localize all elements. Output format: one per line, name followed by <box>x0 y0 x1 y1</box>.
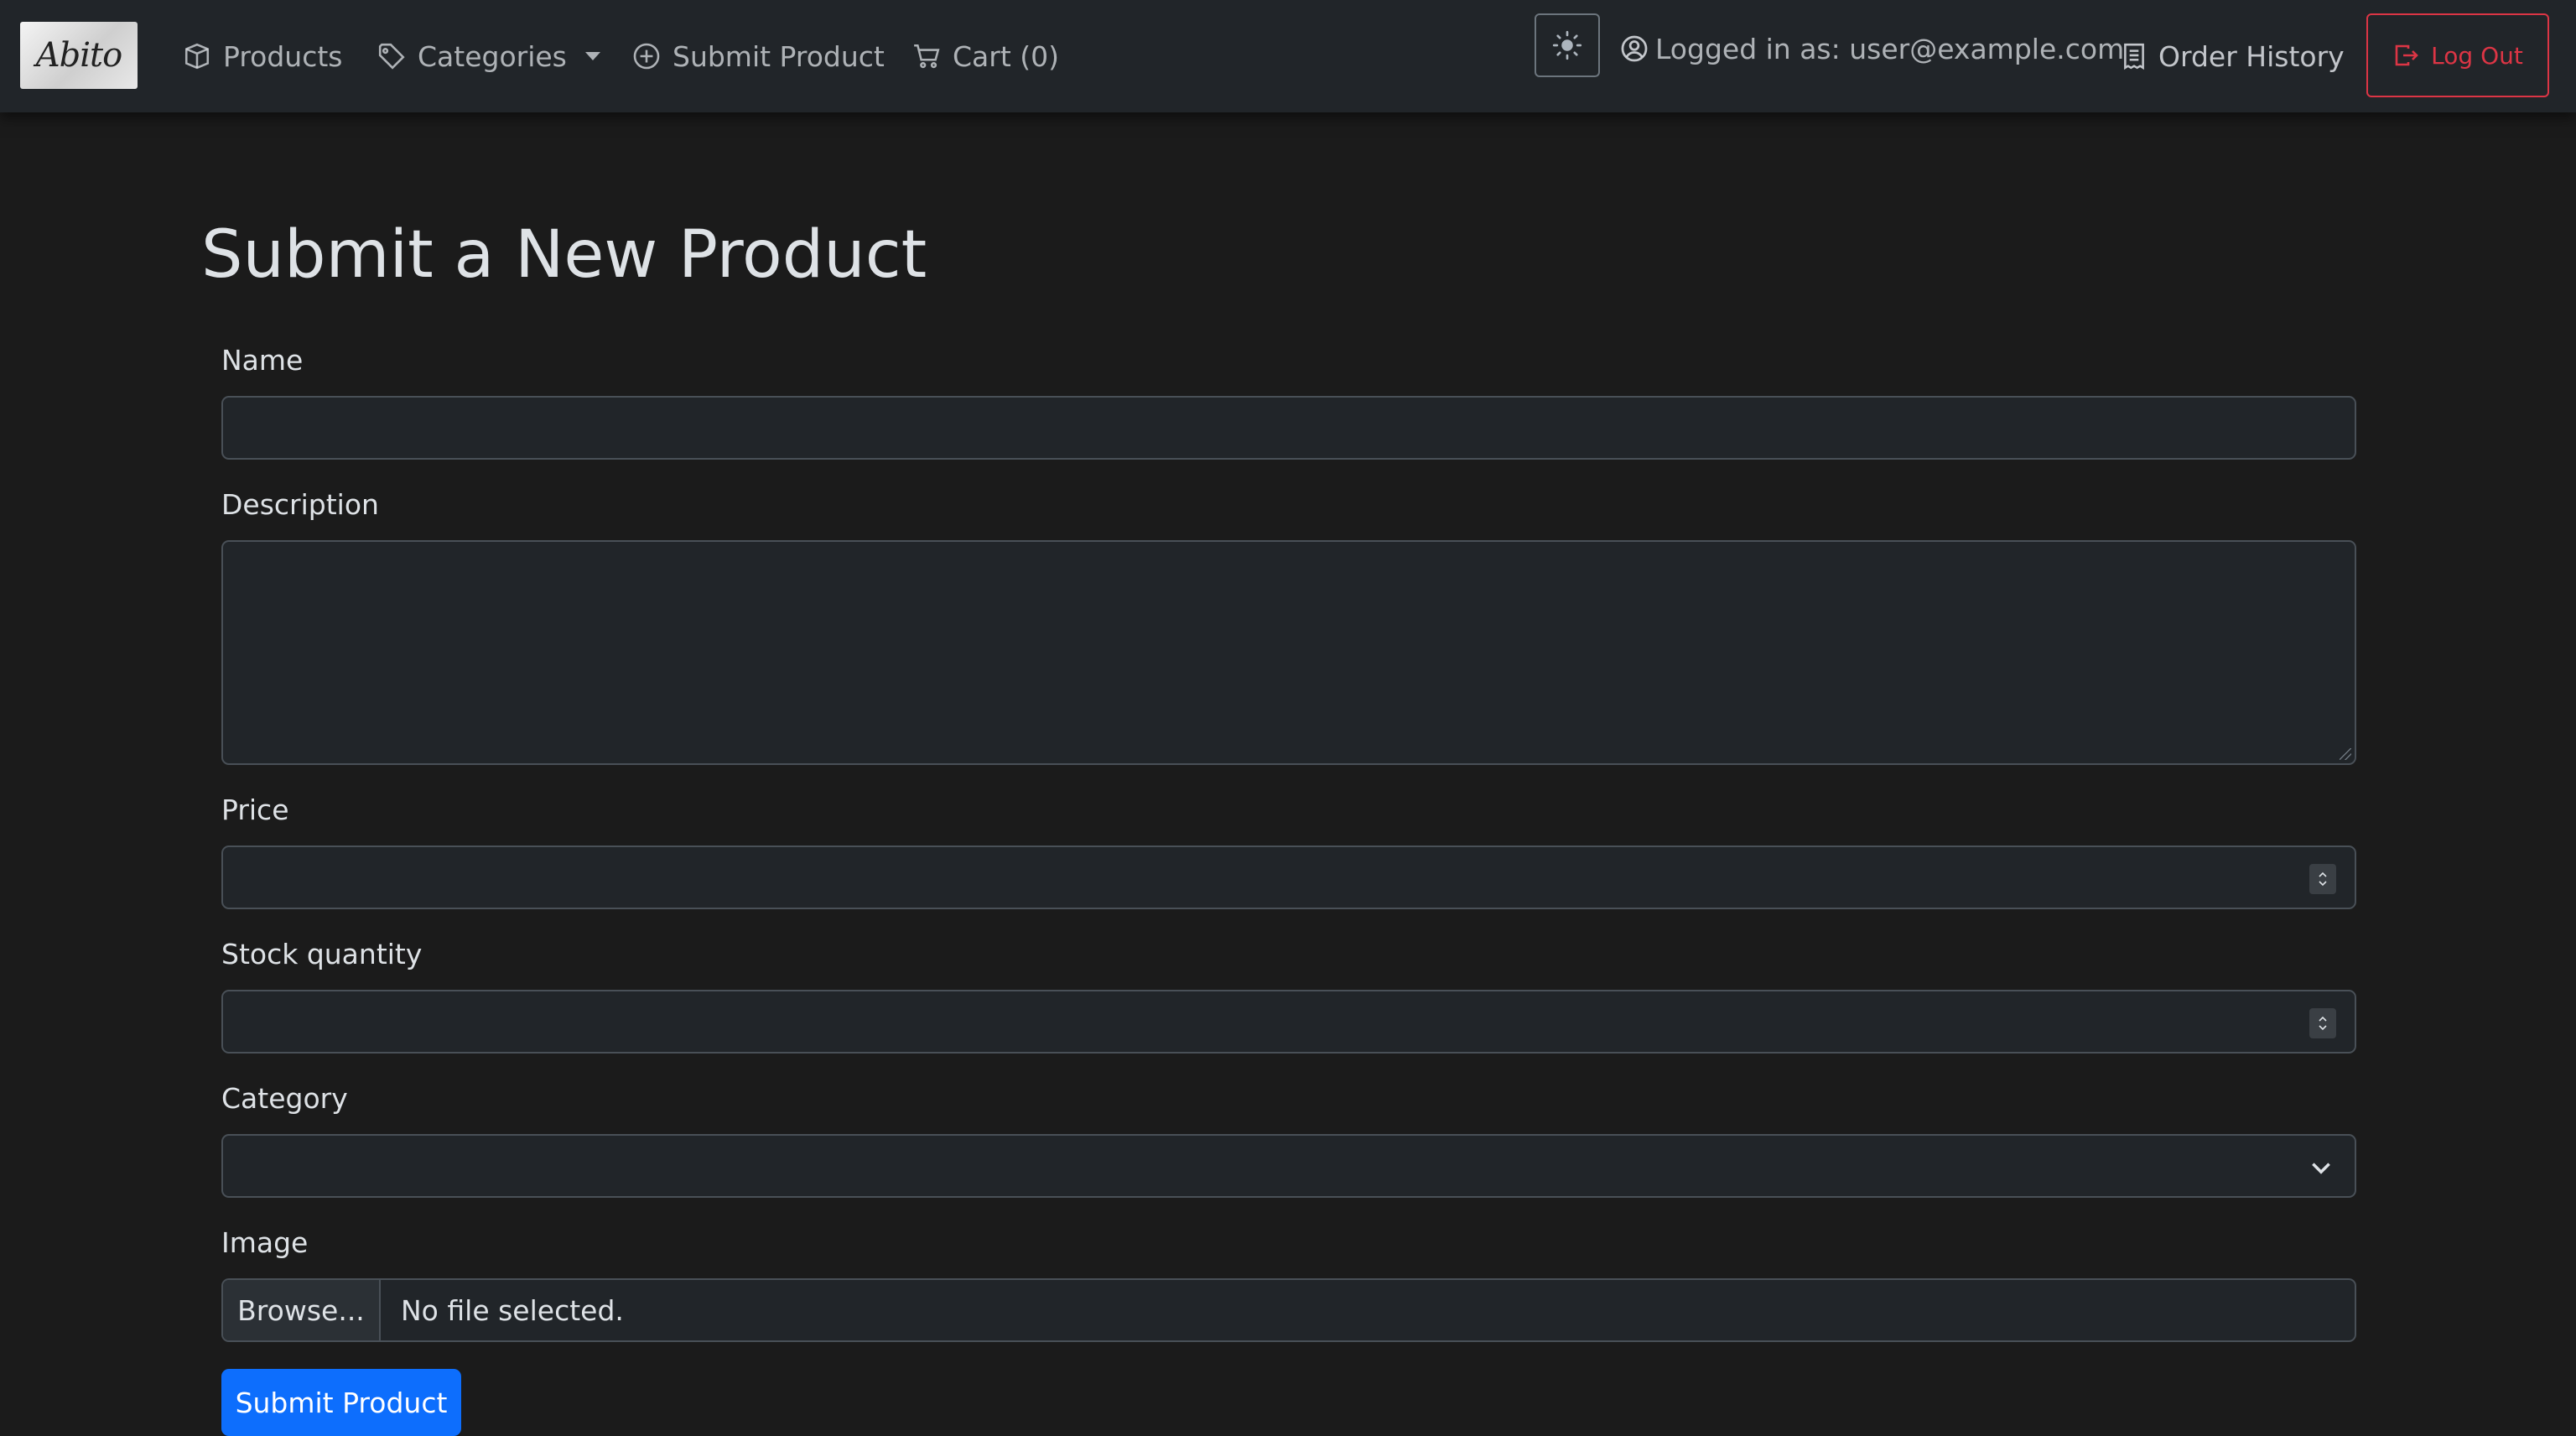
chevron-up-icon <box>2319 1016 2327 1022</box>
logout-icon <box>2395 44 2418 66</box>
category-label: Category <box>221 1082 348 1115</box>
name-label: Name <box>221 344 304 377</box>
page-title: Submit a New Product <box>201 217 927 293</box>
image-label: Image <box>221 1226 309 1259</box>
stock-stepper[interactable] <box>2309 1008 2336 1038</box>
price-input[interactable] <box>221 845 2356 909</box>
nav-order-history[interactable]: Order History <box>2122 30 2345 82</box>
nav-submit-product[interactable]: Submit Product <box>632 30 885 82</box>
submit-product-button[interactable]: Submit Product <box>221 1369 461 1436</box>
stock-input[interactable] <box>221 990 2356 1054</box>
resize-handle[interactable] <box>2340 748 2351 760</box>
brand-logo-text: Abito <box>35 36 122 75</box>
box-icon <box>184 43 210 70</box>
image-file-input[interactable]: Browse... No file selected. <box>221 1278 2356 1342</box>
chevron-up-icon <box>2319 871 2327 877</box>
tag-icon <box>378 43 405 70</box>
cart-icon <box>914 44 940 69</box>
person-circle-icon <box>1621 35 1648 62</box>
sun-icon <box>1552 30 1582 60</box>
description-label: Description <box>221 488 379 521</box>
logout-label: Log Out <box>2431 41 2523 70</box>
name-input[interactable] <box>221 396 2356 460</box>
logged-in-label: Logged in as: user@example.com <box>1655 32 2125 65</box>
nav-products-label: Products <box>223 39 343 73</box>
brand-logo[interactable]: Abito <box>20 22 138 89</box>
price-stepper[interactable] <box>2309 864 2336 894</box>
chevron-down-icon <box>2319 881 2327 887</box>
logged-in-user: Logged in as: user@example.com <box>1620 23 2124 74</box>
nav-categories-dropdown[interactable]: Categories <box>377 30 600 82</box>
nav-products[interactable]: Products <box>183 30 343 82</box>
chevron-down-icon <box>584 52 600 60</box>
nav-order-history-label: Order History <box>2158 39 2345 73</box>
nav-cart[interactable]: Cart (0) <box>912 30 1059 82</box>
price-label: Price <box>221 793 289 826</box>
nav-categories-label: Categories <box>418 39 567 73</box>
logout-button[interactable]: Log Out <box>2366 13 2549 97</box>
nav-submit-product-label: Submit Product <box>673 39 885 73</box>
nav-cart-label: Cart (0) <box>953 39 1060 73</box>
chevron-down-icon <box>2312 1163 2330 1174</box>
chevron-down-icon <box>2319 1025 2327 1031</box>
navbar: Abito Products Categories Submit Product… <box>0 0 2576 112</box>
theme-toggle-button[interactable] <box>1535 13 1600 77</box>
receipt-icon <box>2124 43 2144 70</box>
category-select[interactable] <box>221 1134 2356 1198</box>
description-textarea[interactable] <box>221 540 2356 765</box>
file-status: No file selected. <box>401 1293 624 1327</box>
browse-button[interactable]: Browse... <box>223 1280 381 1340</box>
stock-label: Stock quantity <box>221 938 423 970</box>
plus-circle-icon <box>633 43 660 70</box>
